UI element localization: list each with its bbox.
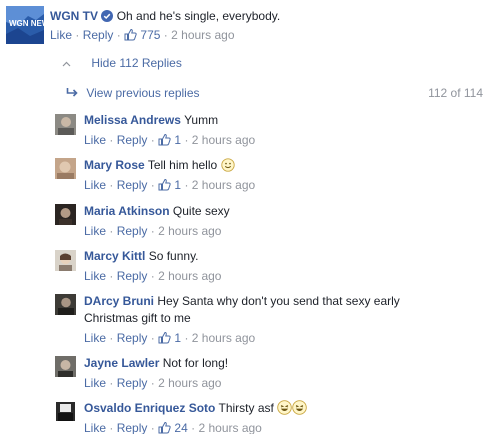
avatar[interactable] (55, 158, 76, 179)
reply-link[interactable]: Reply (117, 376, 148, 390)
reply-author[interactable]: DArcy Bruni (84, 294, 154, 308)
reply-text: Quite sexy (172, 204, 230, 218)
avatar[interactable] (55, 204, 76, 225)
like-thumb-icon (158, 178, 171, 195)
wgn-logo-text: WGN NEWS (9, 19, 44, 28)
reply-body: Osvaldo Enriquez Soto Thirsty asf (84, 400, 307, 420)
top-like-count[interactable]: 775 (140, 28, 160, 42)
like-link[interactable]: Like (84, 224, 106, 238)
reply-actions: Like · Reply · 2 hours ago (84, 224, 222, 238)
reply-time[interactable]: 2 hours ago (198, 421, 261, 434)
laughing-emoji-icon (277, 400, 292, 420)
reply-text: Thirsty asf (218, 401, 274, 415)
reply-actions: Like · Reply · 2 hours ago (84, 269, 222, 283)
reply-actions: Like · Reply · 1 · 2 hours ago (84, 330, 255, 348)
reply-time[interactable]: 2 hours ago (192, 331, 255, 345)
reply-time[interactable]: 2 hours ago (192, 178, 255, 192)
reply-link[interactable]: Reply (117, 178, 148, 192)
like-count[interactable]: 24 (174, 421, 187, 434)
reply-link[interactable]: Reply (117, 421, 148, 434)
like-link[interactable]: Like (84, 269, 106, 283)
reply-arrow-icon (66, 86, 79, 102)
wgn-logo-icon: WGN NEWS (6, 6, 44, 44)
avatar[interactable] (55, 401, 76, 422)
reply-body: Mary Rose Tell him hello (84, 157, 235, 177)
hide-replies-link[interactable]: Hide 112 Replies (91, 56, 182, 70)
like-link[interactable]: Like (84, 376, 106, 390)
like-thumb-icon (158, 133, 171, 150)
like-thumb-icon (158, 421, 171, 434)
top-comment-time[interactable]: 2 hours ago (171, 28, 234, 42)
smile-emoji-icon (220, 158, 235, 177)
reply-author[interactable]: Jayne Lawler (84, 356, 159, 370)
reply-text: Not for long! (162, 356, 229, 370)
top-reply-link[interactable]: Reply (83, 28, 114, 42)
hide-replies-row[interactable]: Hide 112 Replies (62, 55, 182, 71)
reply-actions: Like · Reply · 24 · 2 hours ago (84, 420, 262, 434)
view-previous-row[interactable]: View previous replies (66, 85, 200, 102)
user-avatar-icon (55, 158, 76, 179)
reply-body: Melissa Andrews Yumm (84, 112, 218, 129)
avatar[interactable] (55, 294, 76, 315)
avatar[interactable] (55, 356, 76, 377)
laughing-emoji-icon (292, 400, 307, 420)
reply-text: Yumm (184, 113, 219, 127)
like-link[interactable]: Like (84, 178, 106, 192)
reply-author[interactable]: Mary Rose (84, 158, 145, 172)
like-count[interactable]: 1 (174, 133, 181, 147)
reply-time[interactable]: 2 hours ago (158, 224, 221, 238)
reply-counter: 112 of 114 (428, 86, 483, 100)
reply-author[interactable]: Osvaldo Enriquez Soto (84, 401, 215, 415)
reply-time[interactable]: 2 hours ago (158, 269, 221, 283)
like-link[interactable]: Like (84, 133, 106, 147)
like-thumb-icon (124, 28, 137, 45)
reply-time[interactable]: 2 hours ago (192, 133, 255, 147)
reply-author[interactable]: Marcy Kittl (84, 249, 145, 263)
reply-text: So funny. (148, 249, 199, 263)
reply-link[interactable]: Reply (117, 133, 148, 147)
reply-body: Jayne Lawler Not for long! (84, 355, 228, 372)
user-avatar-icon (55, 401, 76, 422)
like-count[interactable]: 1 (174, 178, 181, 192)
reply-author[interactable]: Maria Atkinson (84, 204, 170, 218)
reply-body: Marcy Kittl So funny. (84, 248, 199, 265)
reply-body: Maria Atkinson Quite sexy (84, 203, 230, 220)
like-thumb-icon (158, 331, 171, 348)
reply-link[interactable]: Reply (117, 269, 148, 283)
user-avatar-icon (55, 294, 76, 315)
verified-badge-icon (101, 10, 114, 27)
reply-link[interactable]: Reply (117, 224, 148, 238)
wgn-avatar[interactable]: WGN NEWS (6, 6, 44, 44)
reply-actions: Like · Reply · 1 · 2 hours ago (84, 132, 255, 150)
reply-actions: Like · Reply · 2 hours ago (84, 376, 222, 390)
top-comment-text: Oh and he's single, everybody. (116, 9, 281, 23)
top-comment-author[interactable]: WGN TV (50, 9, 98, 23)
user-avatar-icon (55, 204, 76, 225)
reply-time[interactable]: 2 hours ago (158, 376, 221, 390)
reply-author[interactable]: Melissa Andrews (84, 113, 181, 127)
reply-actions: Like · Reply · 1 · 2 hours ago (84, 177, 255, 195)
reply-text: Hey Santa why don't you send that sexy e… (157, 294, 400, 308)
avatar[interactable] (55, 250, 76, 271)
user-avatar-icon (55, 356, 76, 377)
top-comment-actions: Like · Reply · 775 · 2 hours ago (50, 27, 235, 45)
user-avatar-icon (55, 250, 76, 271)
like-link[interactable]: Like (84, 331, 106, 345)
reply-text: Tell him hello (147, 158, 218, 172)
reply-body: DArcy Bruni Hey Santa why don't you send… (84, 293, 400, 310)
top-comment-body: WGN TV Oh and he's single, everybody. (50, 8, 280, 27)
top-like-link[interactable]: Like (50, 28, 72, 42)
like-link[interactable]: Like (84, 421, 106, 434)
view-previous-link[interactable]: View previous replies (86, 86, 199, 100)
reply-link[interactable]: Reply (117, 331, 148, 345)
reply-text-line2: Christmas gift to me (84, 311, 191, 325)
avatar[interactable] (55, 114, 76, 135)
like-count[interactable]: 1 (174, 331, 181, 345)
user-avatar-icon (55, 114, 76, 135)
chevron-up-icon (62, 55, 76, 71)
